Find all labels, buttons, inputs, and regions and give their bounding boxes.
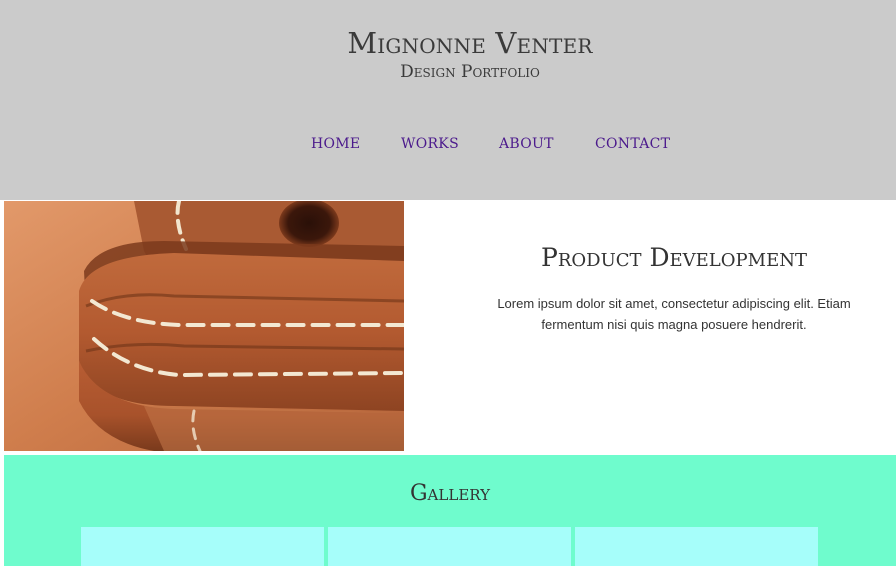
nav-about-link[interactable]: ABOUT: [499, 136, 554, 152]
hero-text-panel: Product Development Lorem ipsum dolor si…: [404, 201, 896, 451]
hero-body: Lorem ipsum dolor sit amet, consectetur …: [497, 296, 851, 332]
nav-home-link[interactable]: HOME: [311, 136, 360, 152]
main-nav: HOME WORKS ABOUT CONTACT: [0, 136, 896, 156]
gallery-tile[interactable]: [575, 527, 818, 566]
gallery-title: Gallery: [409, 481, 490, 506]
gallery-tile[interactable]: [328, 527, 571, 566]
gallery-section: Gallery: [4, 455, 896, 566]
hero-heading: Product Development: [541, 243, 807, 272]
nav-contact-link[interactable]: CONTACT: [595, 136, 670, 152]
site-subtitle: Design Portfolio: [400, 62, 540, 82]
site-header: Mignonne Venter Design Portfolio HOME WO…: [0, 0, 896, 200]
nav-works-link[interactable]: WORKS: [401, 136, 459, 152]
hero-image: [4, 201, 404, 451]
gallery-tile[interactable]: [81, 527, 324, 566]
site-title: Mignonne Venter: [347, 26, 593, 60]
